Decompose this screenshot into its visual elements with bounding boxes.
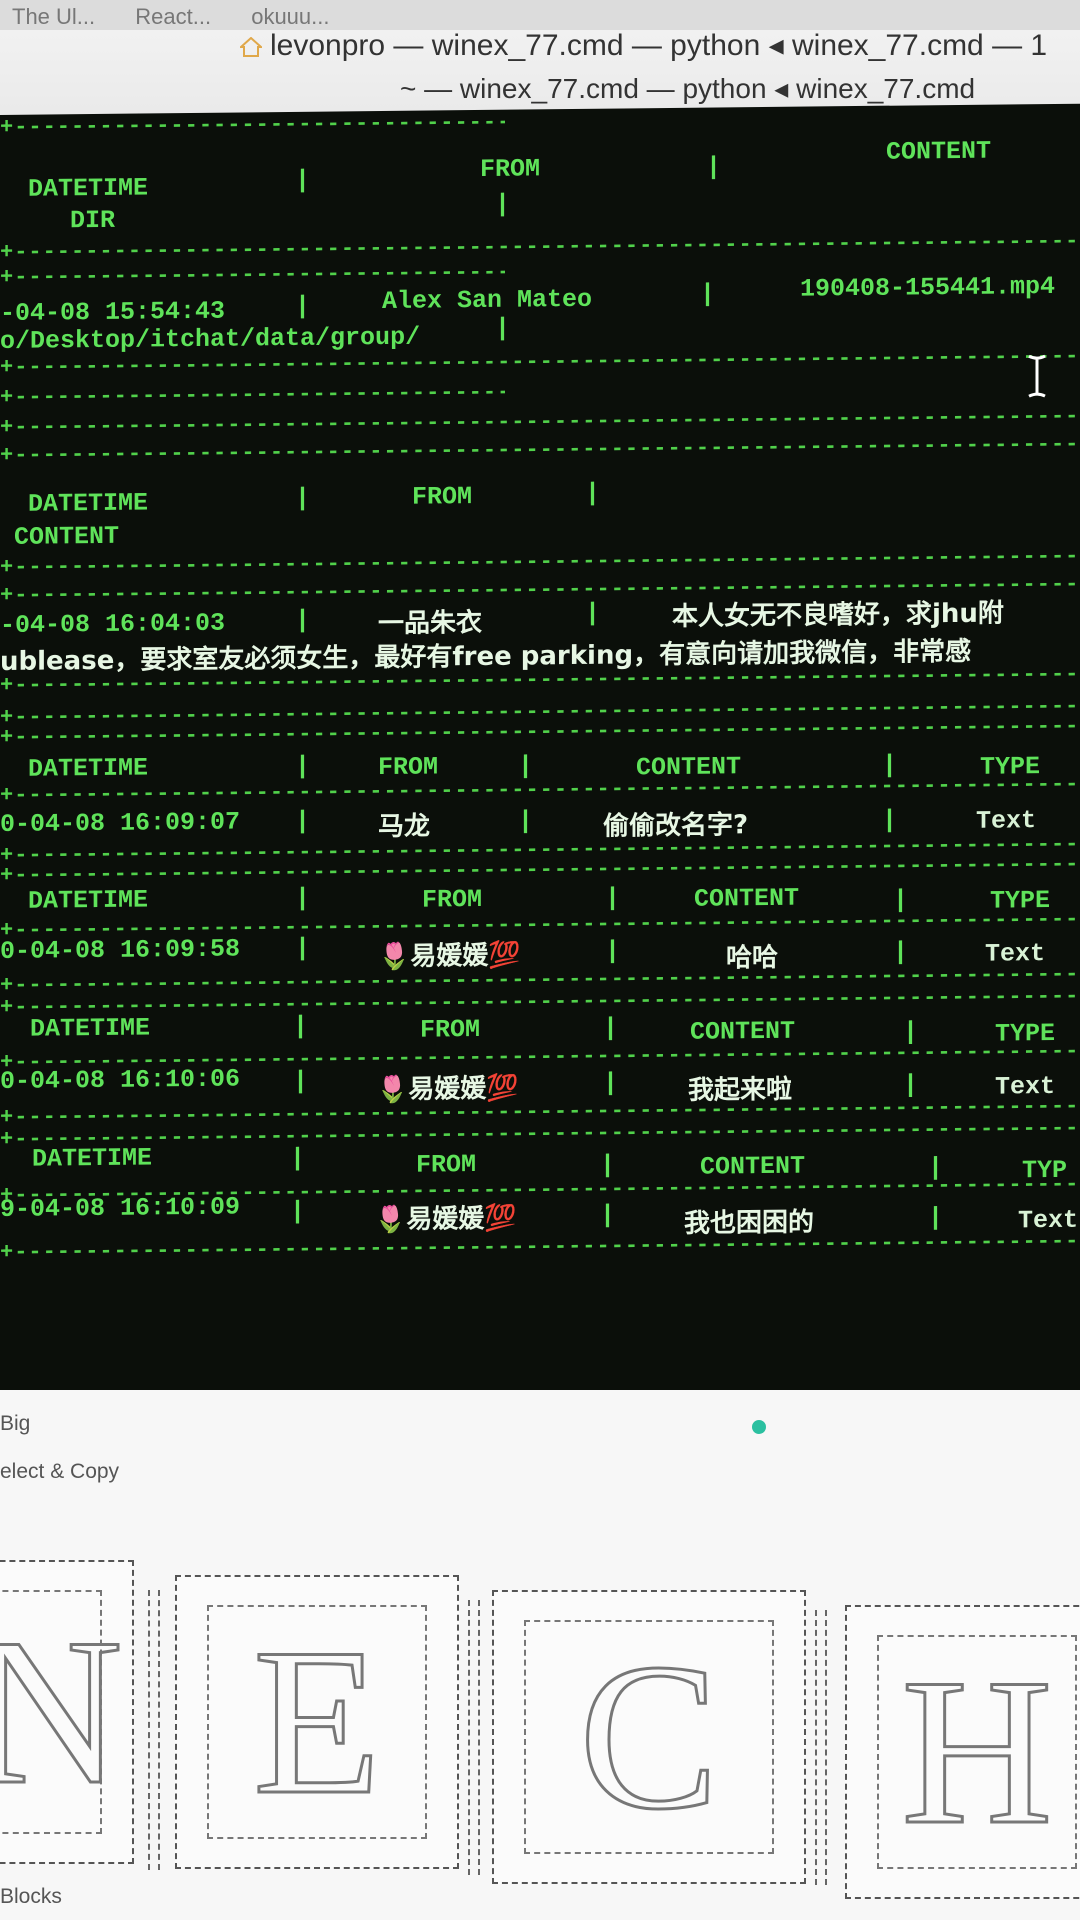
header-datetime: DATETIME xyxy=(28,753,149,784)
window-title: levonpro — winex_77.cmd — python ◂ winex… xyxy=(240,28,1047,63)
cell-datetime: 0-04-08 16:10:06 xyxy=(0,1064,241,1096)
terminal-output[interactable]: +---------------------------------------… xyxy=(0,103,1080,1406)
text-cursor-icon xyxy=(1028,354,1046,398)
header-from: FROM xyxy=(416,1150,477,1180)
cell-from: 马龙 xyxy=(378,811,431,843)
table-separator: +---------------------------------------… xyxy=(0,379,505,410)
ascii-block-letter: E xyxy=(175,1575,459,1869)
cell-datetime: -04-08 16:04:03 xyxy=(0,608,226,640)
header-content: CONTENT xyxy=(14,521,120,552)
table-separator: +---------------------------------------… xyxy=(0,766,1080,808)
home-icon xyxy=(240,37,262,57)
ascii-letter: E xyxy=(251,1604,382,1839)
header-datetime: DATETIME xyxy=(32,1143,153,1174)
cell-from: Alex San Mateo xyxy=(382,284,593,316)
tab-2[interactable]: React... xyxy=(123,0,233,30)
ascii-block-letter: C xyxy=(492,1590,806,1884)
ascii-block-letter: N xyxy=(0,1560,134,1864)
header-dir: DIR xyxy=(70,205,116,236)
ascii-font-panel: Big elect & Copy Blocks N E C H xyxy=(0,1390,1080,1920)
ascii-letter: C xyxy=(577,1619,720,1854)
select-copy-button[interactable]: elect & Copy xyxy=(0,1460,119,1484)
browser-tabs: The Ul... React... okuuu... xyxy=(0,0,1080,30)
cell-datetime: -04-08 15:54:43 xyxy=(0,296,226,328)
ascii-letter: H xyxy=(900,1634,1055,1869)
header-datetime: DATETIME xyxy=(28,173,149,204)
cell-content: 190408-155441.mp4 xyxy=(800,271,1056,304)
cell-datetime: 9-04-08 16:10:09 xyxy=(0,1192,241,1224)
cell-datetime: 0-04-08 16:09:58 xyxy=(0,934,241,966)
table-separator: +---------------------------------------… xyxy=(0,1223,1080,1265)
header-content: CONTENT xyxy=(886,136,992,167)
cell-content: 本人女无不良嗜好，求jhu附 xyxy=(672,598,1004,632)
header-from: FROM xyxy=(480,154,541,184)
cell-datetime: 0-04-08 16:09:07 xyxy=(0,807,241,839)
header-from: FROM xyxy=(420,1014,481,1045)
blocks-label: Blocks xyxy=(0,1885,62,1908)
tab-1[interactable]: The Ul... xyxy=(0,0,117,30)
header-from: FROM xyxy=(422,884,483,915)
header-datetime: DATETIME xyxy=(28,488,149,519)
header-datetime: DATETIME xyxy=(30,1013,151,1044)
font-name-label: Big xyxy=(0,1412,31,1435)
table-separator: +---------------------------------------… xyxy=(0,223,1080,265)
header-datetime: DATETIME xyxy=(28,885,149,916)
tab-3[interactable]: okuuu... xyxy=(239,0,351,30)
window-title-text: levonpro — winex_77.cmd — python ◂ winex… xyxy=(270,29,1048,62)
table-separator: +---------------------------------------… xyxy=(0,109,505,140)
ascii-block-letter: H xyxy=(845,1605,1080,1899)
cell-from: 一品朱衣 xyxy=(378,607,483,640)
status-dot xyxy=(752,1420,766,1434)
ascii-letter: N xyxy=(0,1594,124,1829)
window-subtitle: ~ — winex_77.cmd — python ◂ winex_77.cmd xyxy=(400,73,976,104)
table-separator: +---------------------------------------… xyxy=(0,259,505,290)
cell-from: 🌷易媛媛💯 xyxy=(374,1203,517,1236)
header-from: FROM xyxy=(412,482,473,512)
